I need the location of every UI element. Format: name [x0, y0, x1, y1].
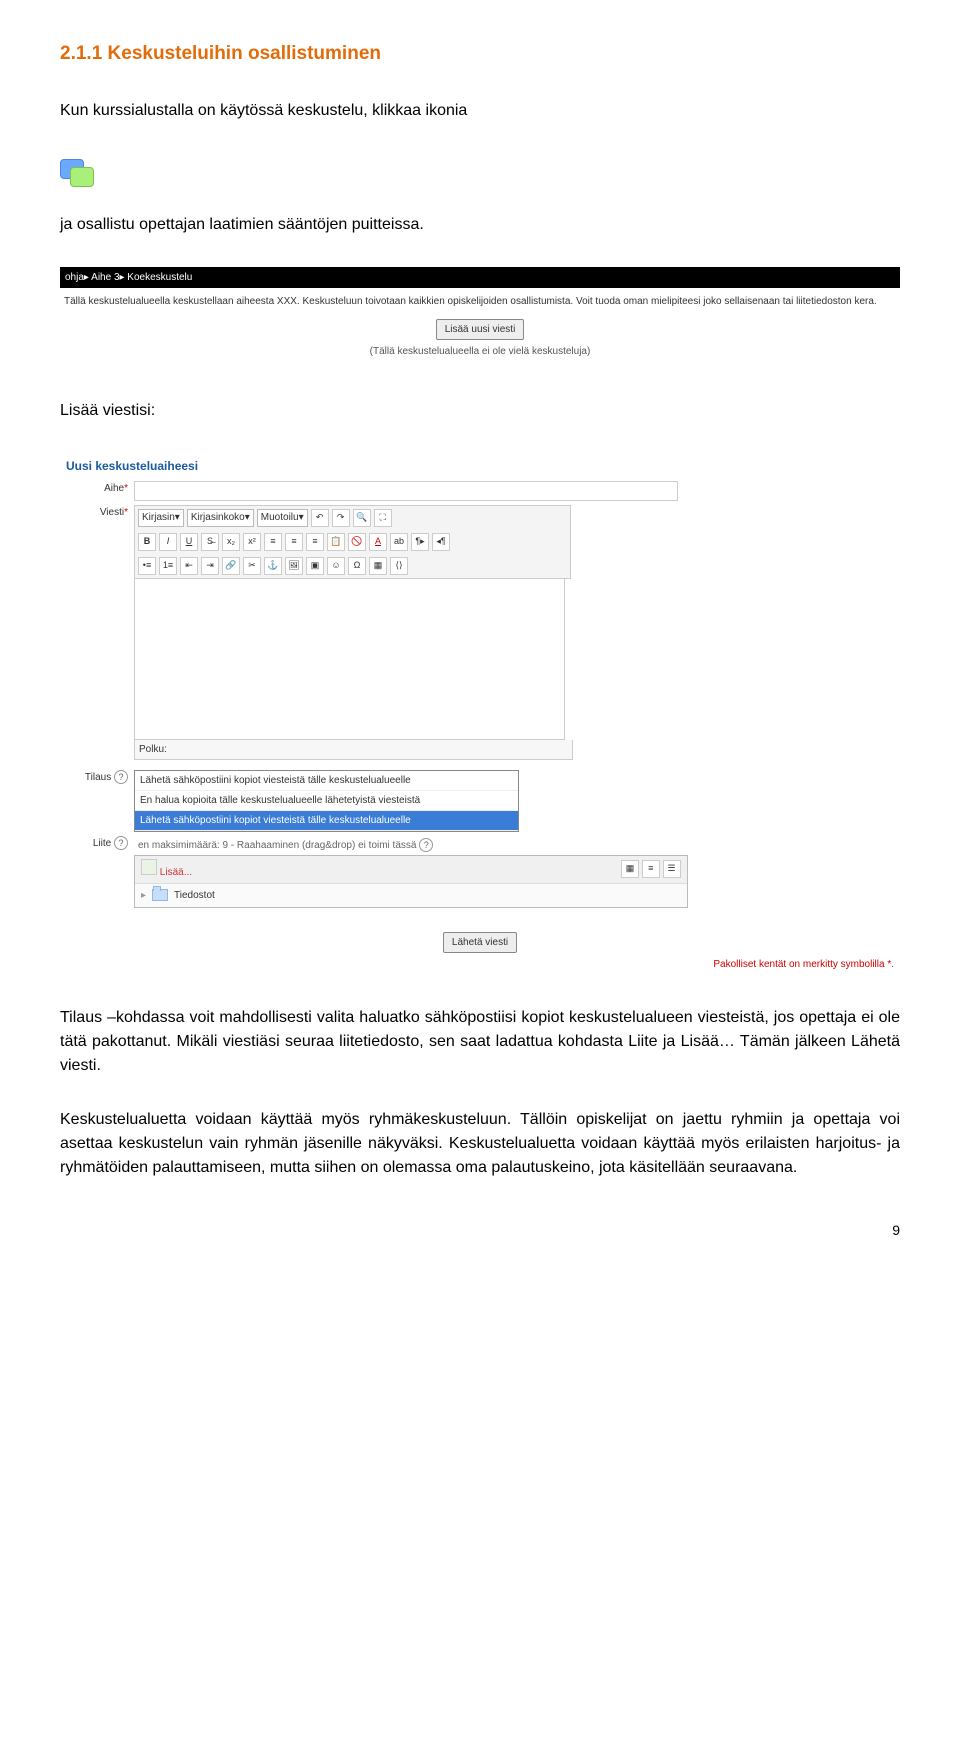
emoji-icon[interactable]: ☺ [327, 557, 345, 575]
highlight-icon[interactable]: ab [390, 533, 408, 551]
clear-format-icon[interactable]: 🚫 [348, 533, 366, 551]
screenshot-forum-page: ohja▸ Aihe 3▸ Koekeskustelu Tällä keskus… [60, 267, 900, 369]
undo-icon[interactable]: ↶ [311, 509, 329, 527]
font-select[interactable]: Kirjasin ▾ [138, 509, 184, 527]
submit-button[interactable]: Lähetä viesti [443, 932, 517, 953]
breadcrumb-bar: ohja▸ Aihe 3▸ Koekeskustelu [60, 267, 900, 288]
link-icon[interactable]: 🔗 [222, 557, 240, 575]
text-color-icon[interactable]: A [369, 533, 387, 551]
format-select[interactable]: Muotoilu ▾ [257, 509, 308, 527]
ltr-icon[interactable]: ¶▸ [411, 533, 429, 551]
editor-toolbar: Kirjasin ▾ Kirjasinkoko ▾ Muotoilu ▾ ↶ ↷… [134, 505, 571, 579]
code-icon[interactable]: ⟨⟩ [390, 557, 408, 575]
align-left-icon[interactable]: ≡ [264, 533, 282, 551]
indent-icon[interactable]: ⇥ [201, 557, 219, 575]
folder-icon [152, 889, 168, 901]
italic-icon[interactable]: I [159, 533, 177, 551]
screenshot-new-post-form: Uusi keskusteluaiheesi Aihe* Viesti* Kir… [60, 453, 900, 976]
redo-icon[interactable]: ↷ [332, 509, 350, 527]
form-legend: Uusi keskusteluaiheesi [60, 453, 900, 479]
caption-add-message: Lisää viestisi: [60, 399, 900, 423]
view-list-icon[interactable]: ≡ [642, 860, 660, 878]
required-fields-note: Pakolliset kentät on merkitty symbolilla… [60, 953, 900, 976]
table-icon[interactable]: ▦ [369, 557, 387, 575]
path-label: Polku: [139, 744, 167, 755]
strike-icon[interactable]: S̶ [201, 533, 219, 551]
rtl-icon[interactable]: ◂¶ [432, 533, 450, 551]
paragraph-tilaus: Tilaus –kohdassa voit mahdollisesti vali… [60, 1006, 900, 1078]
page-number: 9 [60, 1220, 900, 1241]
view-icons-icon[interactable]: ▦ [621, 860, 639, 878]
required-asterisk: * [124, 483, 128, 494]
add-file-icon[interactable] [141, 859, 157, 875]
tree-caret-icon[interactable]: ▸ [141, 888, 146, 903]
label-viesti: Viesti [100, 507, 124, 518]
fontsize-select[interactable]: Kirjasinkoko ▾ [187, 509, 254, 527]
paste-icon[interactable]: 📋 [327, 533, 345, 551]
discussion-icon [60, 159, 94, 187]
outdent-icon[interactable]: ⇤ [180, 557, 198, 575]
forum-description: Tällä keskustelualueella keskustellaan a… [64, 294, 896, 309]
view-tree-icon[interactable]: ☰ [663, 860, 681, 878]
char-icon[interactable]: Ω [348, 557, 366, 575]
required-asterisk: * [124, 507, 128, 518]
intro-text-1: Kun kurssialustalla on käytössä keskuste… [60, 99, 900, 123]
find-icon[interactable]: 🔍 [353, 509, 371, 527]
subject-input[interactable] [134, 481, 678, 501]
add-topic-button[interactable]: Lisää uusi viesti [436, 319, 525, 340]
fullscreen-icon[interactable]: ⛶ [374, 509, 392, 527]
image-icon[interactable]: 🖼 [285, 557, 303, 575]
add-file-link[interactable]: Lisää... [160, 867, 192, 878]
media-icon[interactable]: ▣ [306, 557, 324, 575]
help-icon[interactable]: ? [114, 836, 128, 850]
bold-icon[interactable]: B [138, 533, 156, 551]
label-liite: Liite [93, 838, 111, 849]
subscript-icon[interactable]: x₂ [222, 533, 240, 551]
dropdown-option[interactable]: Lähetä sähköpostiini kopiot viesteistä t… [135, 771, 518, 791]
paragraph-group: Keskustelualuetta voidaan käyttää myös r… [60, 1108, 900, 1180]
attachment-box: Lisää... ▦ ≡ ☰ ▸ Tiedostot [134, 855, 688, 908]
ol-icon[interactable]: 1≡ [159, 557, 177, 575]
attach-limit-text: en maksimimäärä: 9 - Raahaaminen (drag&d… [138, 840, 416, 851]
section-heading: 2.1.1 Keskusteluihin osallistuminen [60, 40, 900, 69]
help-icon[interactable]: ? [419, 838, 433, 852]
dropdown-option[interactable]: En halua kopioita tälle keskustelualueel… [135, 791, 518, 811]
no-discussions-note: (Tällä keskustelualueella ei ole vielä k… [64, 344, 896, 359]
dropdown-option-selected[interactable]: Lähetä sähköpostiini kopiot viesteistä t… [135, 811, 518, 831]
anchor-icon[interactable]: ⚓ [264, 557, 282, 575]
label-tilaus: Tilaus [85, 772, 111, 783]
message-textarea[interactable] [134, 579, 565, 740]
superscript-icon[interactable]: x² [243, 533, 261, 551]
underline-icon[interactable]: U [180, 533, 198, 551]
subscription-select[interactable]: Lähetä sähköpostiini kopiot viesteistä t… [134, 770, 519, 832]
ul-icon[interactable]: •≡ [138, 557, 156, 575]
label-aihe: Aihe [104, 483, 124, 494]
help-icon[interactable]: ? [114, 770, 128, 784]
attachment-folder-label: Tiedostot [174, 888, 215, 903]
unlink-icon[interactable]: ✂ [243, 557, 261, 575]
align-right-icon[interactable]: ≡ [306, 533, 324, 551]
intro-text-2: ja osallistu opettajan laatimien sääntöj… [60, 213, 900, 237]
align-center-icon[interactable]: ≡ [285, 533, 303, 551]
